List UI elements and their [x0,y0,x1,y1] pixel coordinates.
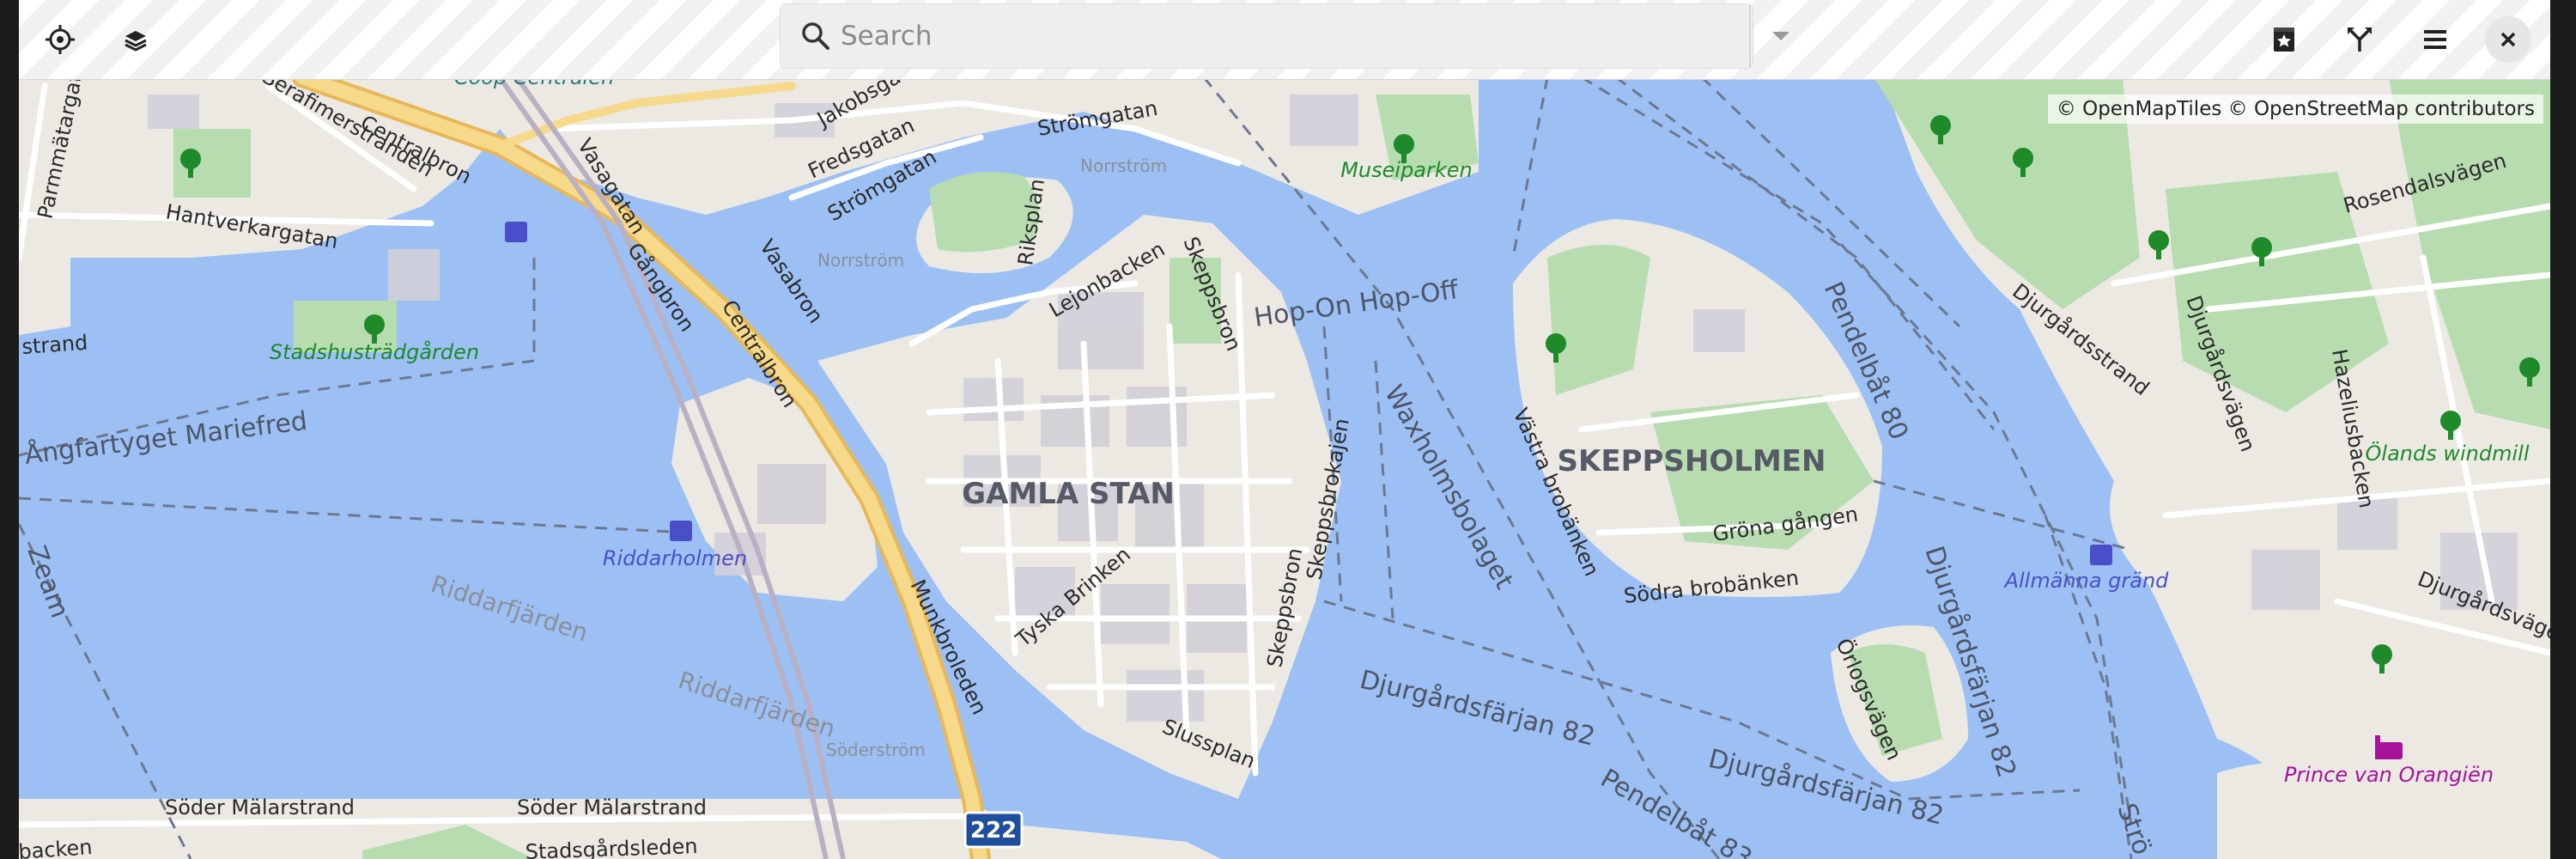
park-label: Museiparken [1340,158,1473,182]
transit-stop-label: Riddarholmen [603,546,747,570]
route-icon [2348,27,2372,52]
close-button[interactable] [2485,16,2531,63]
map-canvas[interactable]: 222 GAMLA STAN SKEPPSHOLMEN Centralbron … [19,0,2550,859]
search-dropdown-button[interactable] [1755,9,1807,62]
main-menu-button[interactable] [2408,12,2463,67]
bookmark-star-icon [2274,27,2294,52]
water-label: Norrström [1080,155,1167,176]
route-shield-label: 222 [970,818,1017,844]
favorites-button[interactable] [2257,12,2312,67]
land-kungsholmen-south [19,258,70,335]
search-box [780,3,1753,69]
app-window: 222 GAMLA STAN SKEPPSHOLMEN Centralbron … [19,0,2550,859]
park-label: Stadshusträdgården [270,339,479,364]
street-label: Söder Mälarstrand [517,795,707,819]
crosshair-icon [46,25,75,54]
map-attribution[interactable]: © OpenMapTiles © OpenStreetMap contribut… [2047,94,2543,124]
district-label: GAMLA STAN [962,477,1175,511]
search-input[interactable] [781,4,1751,68]
hamburger-menu-icon [2424,30,2446,49]
street-label: backen [19,835,93,859]
water-label: Norrström [817,250,904,271]
chevron-down-icon [1772,32,1789,40]
hotel-label: Prince van Orangiën [2284,763,2494,787]
header-bar [19,0,2550,80]
park-label: Ölands windmill [2366,441,2530,466]
water-label: Söderström [826,740,926,760]
close-icon [2500,32,2516,47]
route-shield-222: 222 [963,811,1024,849]
district-label: SKEPPSHOLMEN [1558,444,1826,478]
search-divider [1749,4,1751,68]
layers-button[interactable] [108,12,163,67]
transit-stop-label: Allmänna gränd [2003,569,2170,593]
street-label: Söder Mälarstrand [165,795,355,819]
locate-button[interactable] [33,12,88,67]
route-planner-button[interactable] [2332,12,2387,67]
street-label: strand [21,331,88,359]
layers-icon [125,31,147,52]
